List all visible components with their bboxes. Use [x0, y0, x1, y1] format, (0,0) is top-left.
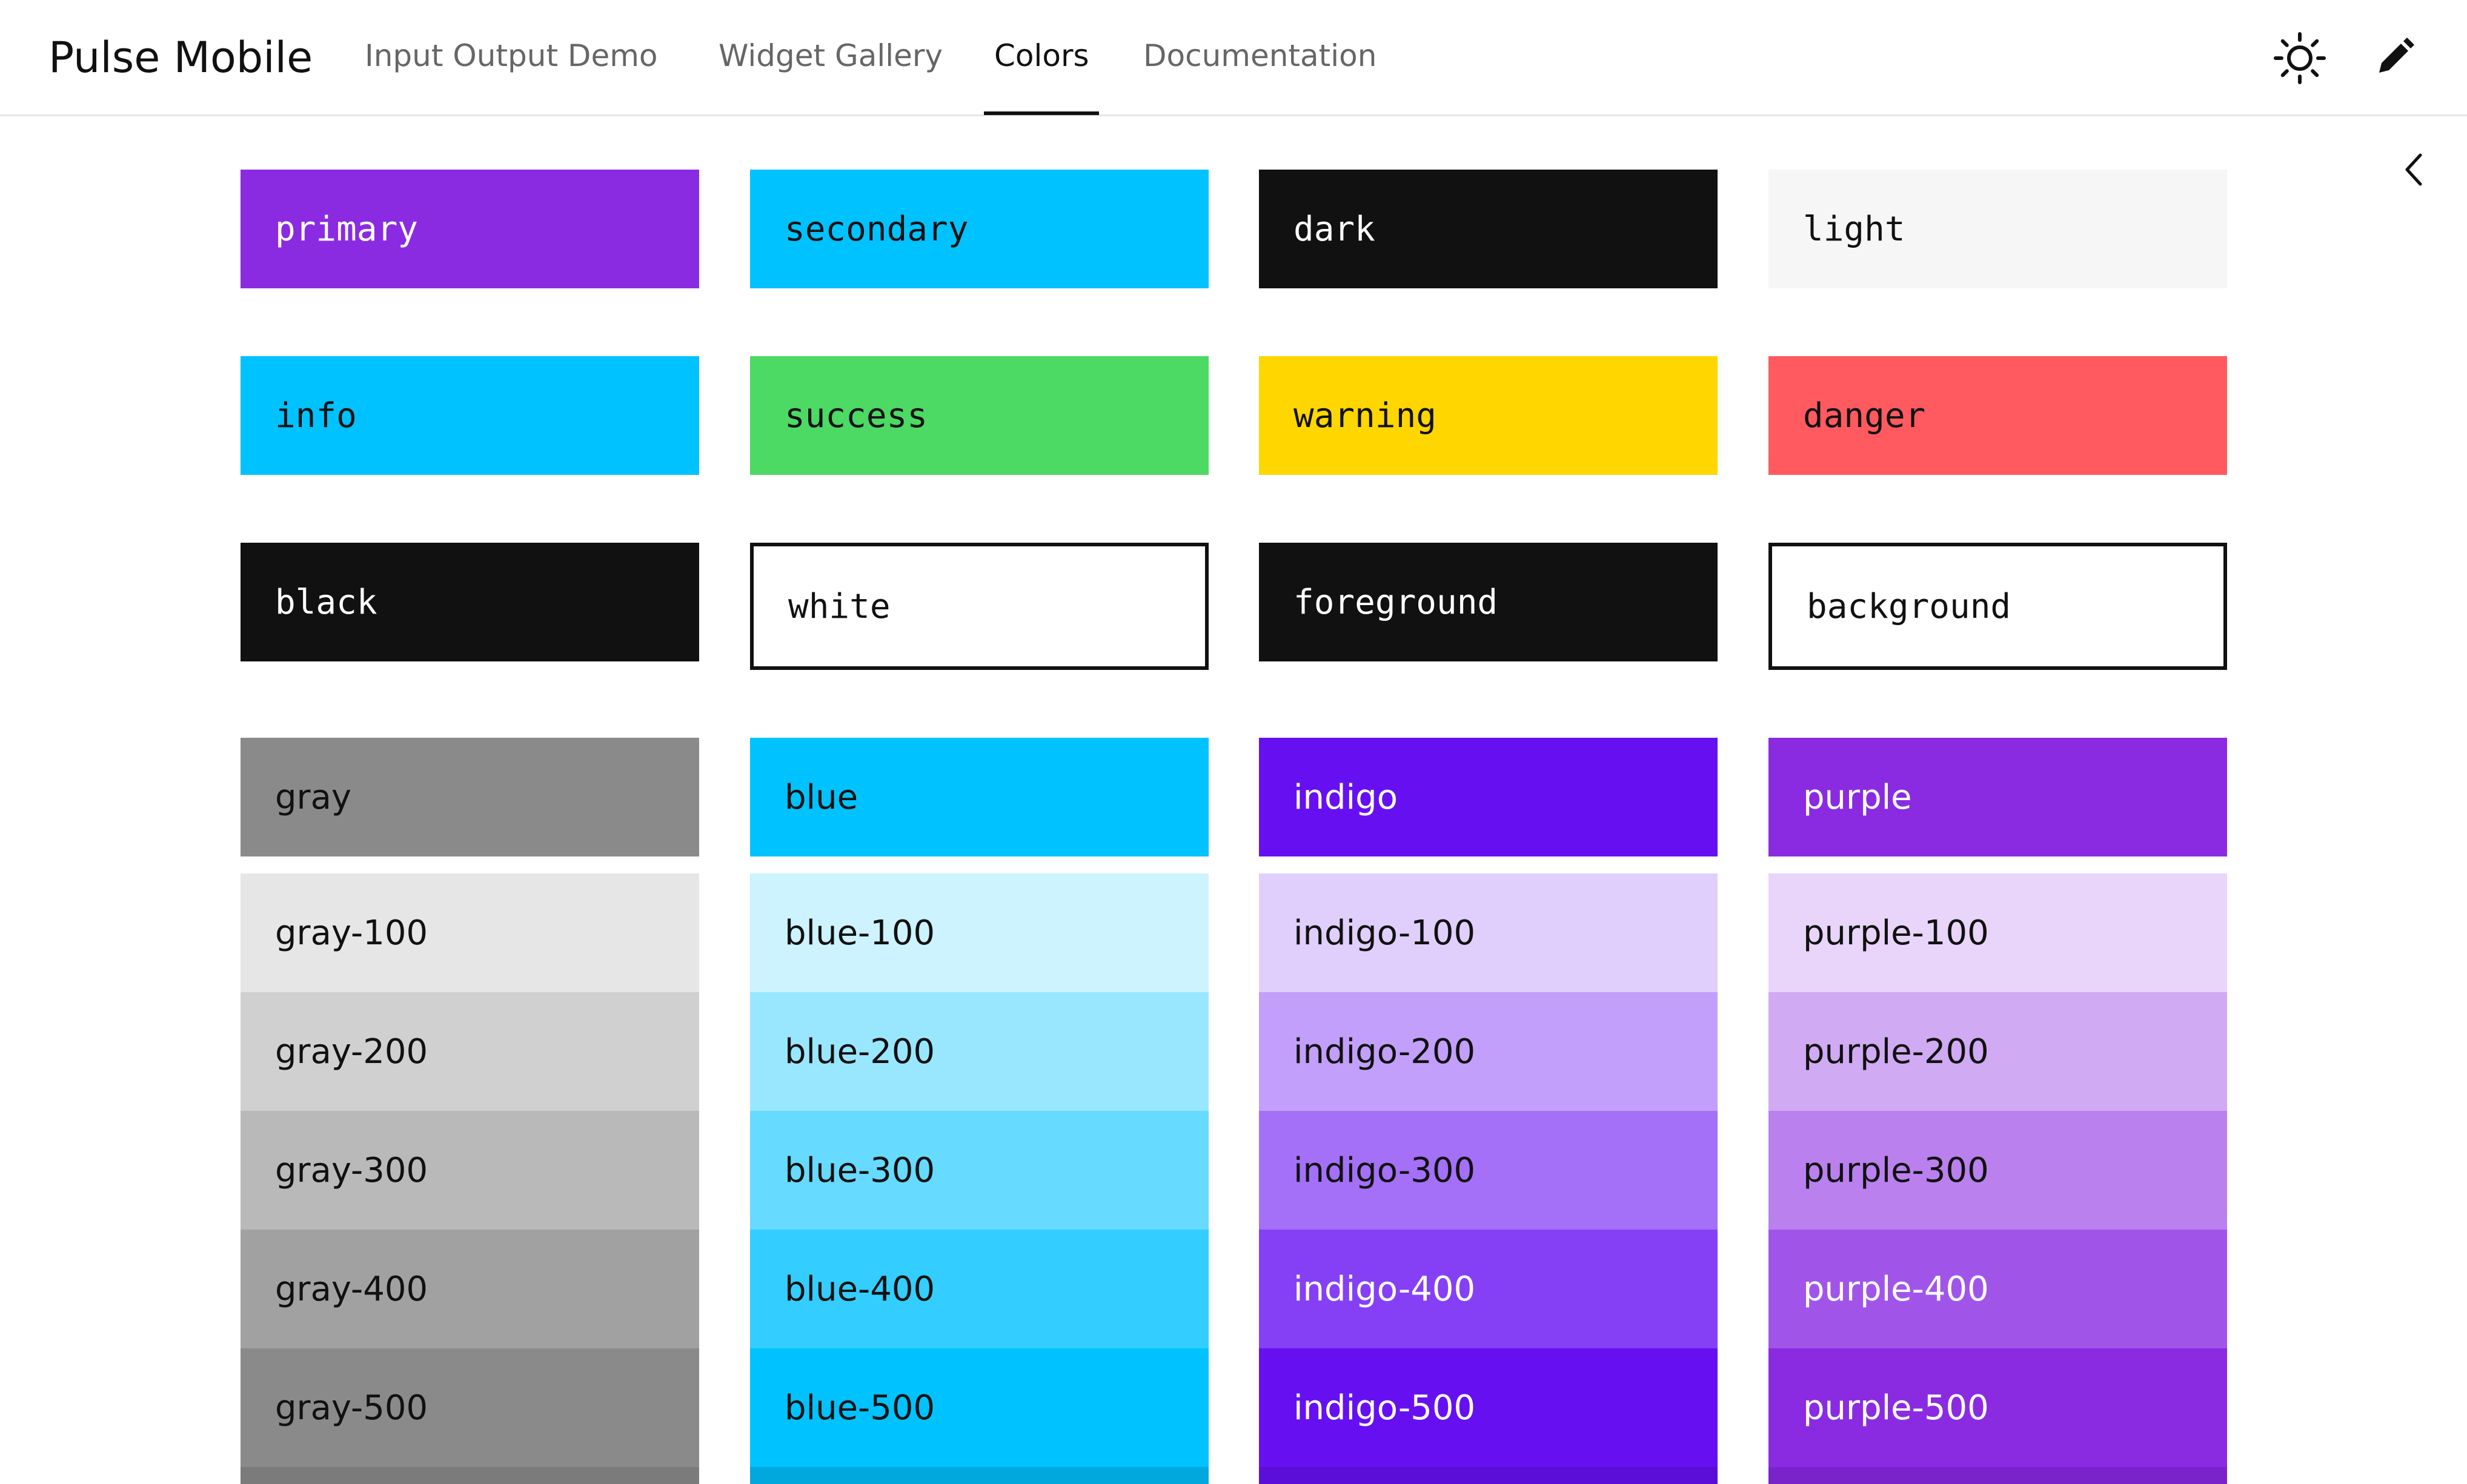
color-swatch-background: background	[1768, 543, 2227, 670]
color-swatch-gray-500: gray-500	[241, 1348, 699, 1467]
color-swatch-gray-200: gray-200	[241, 992, 699, 1111]
color-swatch-success: success	[750, 356, 1209, 475]
color-swatch-purple-500: purple-500	[1768, 1348, 2227, 1467]
color-swatch-info: info	[241, 356, 699, 475]
color-swatch-purple-next	[1768, 1467, 2227, 1484]
color-swatch-indigo-300: indigo-300	[1259, 1111, 1718, 1230]
color-swatch-primary: primary	[241, 170, 699, 288]
color-swatch-warning: warning	[1259, 356, 1718, 475]
color-swatch-gray-300: gray-300	[241, 1111, 699, 1230]
color-swatch-black: black	[241, 543, 699, 661]
pencil-icon[interactable]	[2366, 30, 2422, 86]
color-swatch-light: light	[1768, 170, 2227, 288]
nav-item-documentation[interactable]: Documentation	[1143, 38, 1376, 74]
color-swatch-purple-100: purple-100	[1768, 873, 2227, 992]
color-swatch-gray-next	[241, 1467, 699, 1484]
color-swatch-indigo-500: indigo-500	[1259, 1348, 1718, 1467]
color-swatch-purple-300: purple-300	[1768, 1111, 2227, 1230]
color-swatch-blue-100: blue-100	[750, 873, 1209, 992]
color-swatch-white: white	[750, 543, 1209, 670]
sun-icon[interactable]	[2272, 30, 2328, 86]
color-swatch-blue-300: blue-300	[750, 1111, 1209, 1230]
color-swatch-blue-200: blue-200	[750, 992, 1209, 1111]
color-swatch-indigo-next	[1259, 1467, 1718, 1484]
color-swatch-blue-next	[750, 1467, 1209, 1484]
color-swatch-indigo-200: indigo-200	[1259, 992, 1718, 1111]
color-swatch-blue: blue	[750, 738, 1209, 856]
color-swatch-secondary: secondary	[750, 170, 1209, 288]
color-swatch-gray-100: gray-100	[241, 873, 699, 992]
color-swatch-indigo-400: indigo-400	[1259, 1230, 1718, 1348]
color-swatch-dark: dark	[1259, 170, 1718, 288]
color-swatch-indigo: indigo	[1259, 738, 1718, 856]
color-swatch-foreground: foreground	[1259, 543, 1718, 661]
nav-item-input-output-demo[interactable]: Input Output Demo	[365, 38, 658, 74]
app-title[interactable]: Pulse Mobile	[48, 30, 313, 85]
color-swatch-danger: danger	[1768, 356, 2227, 475]
color-swatch-purple-200: purple-200	[1768, 992, 2227, 1111]
color-swatch-blue-500: blue-500	[750, 1348, 1209, 1467]
color-swatch-purple: purple	[1768, 738, 2227, 856]
color-swatch-indigo-100: indigo-100	[1259, 873, 1718, 992]
color-swatch-gray: gray	[241, 738, 699, 856]
nav-item-widget-gallery[interactable]: Widget Gallery	[719, 38, 943, 74]
color-swatch-purple-400: purple-400	[1768, 1230, 2227, 1348]
active-tab-indicator	[984, 111, 1099, 115]
color-swatch-gray-400: gray-400	[241, 1230, 699, 1348]
nav-item-colors[interactable]: Colors	[994, 38, 1089, 74]
chevron-left-icon[interactable]	[2396, 145, 2432, 194]
color-swatch-blue-400: blue-400	[750, 1230, 1209, 1348]
top-navbar: Pulse Mobile Input Output Demo Widget Ga…	[0, 0, 2467, 116]
